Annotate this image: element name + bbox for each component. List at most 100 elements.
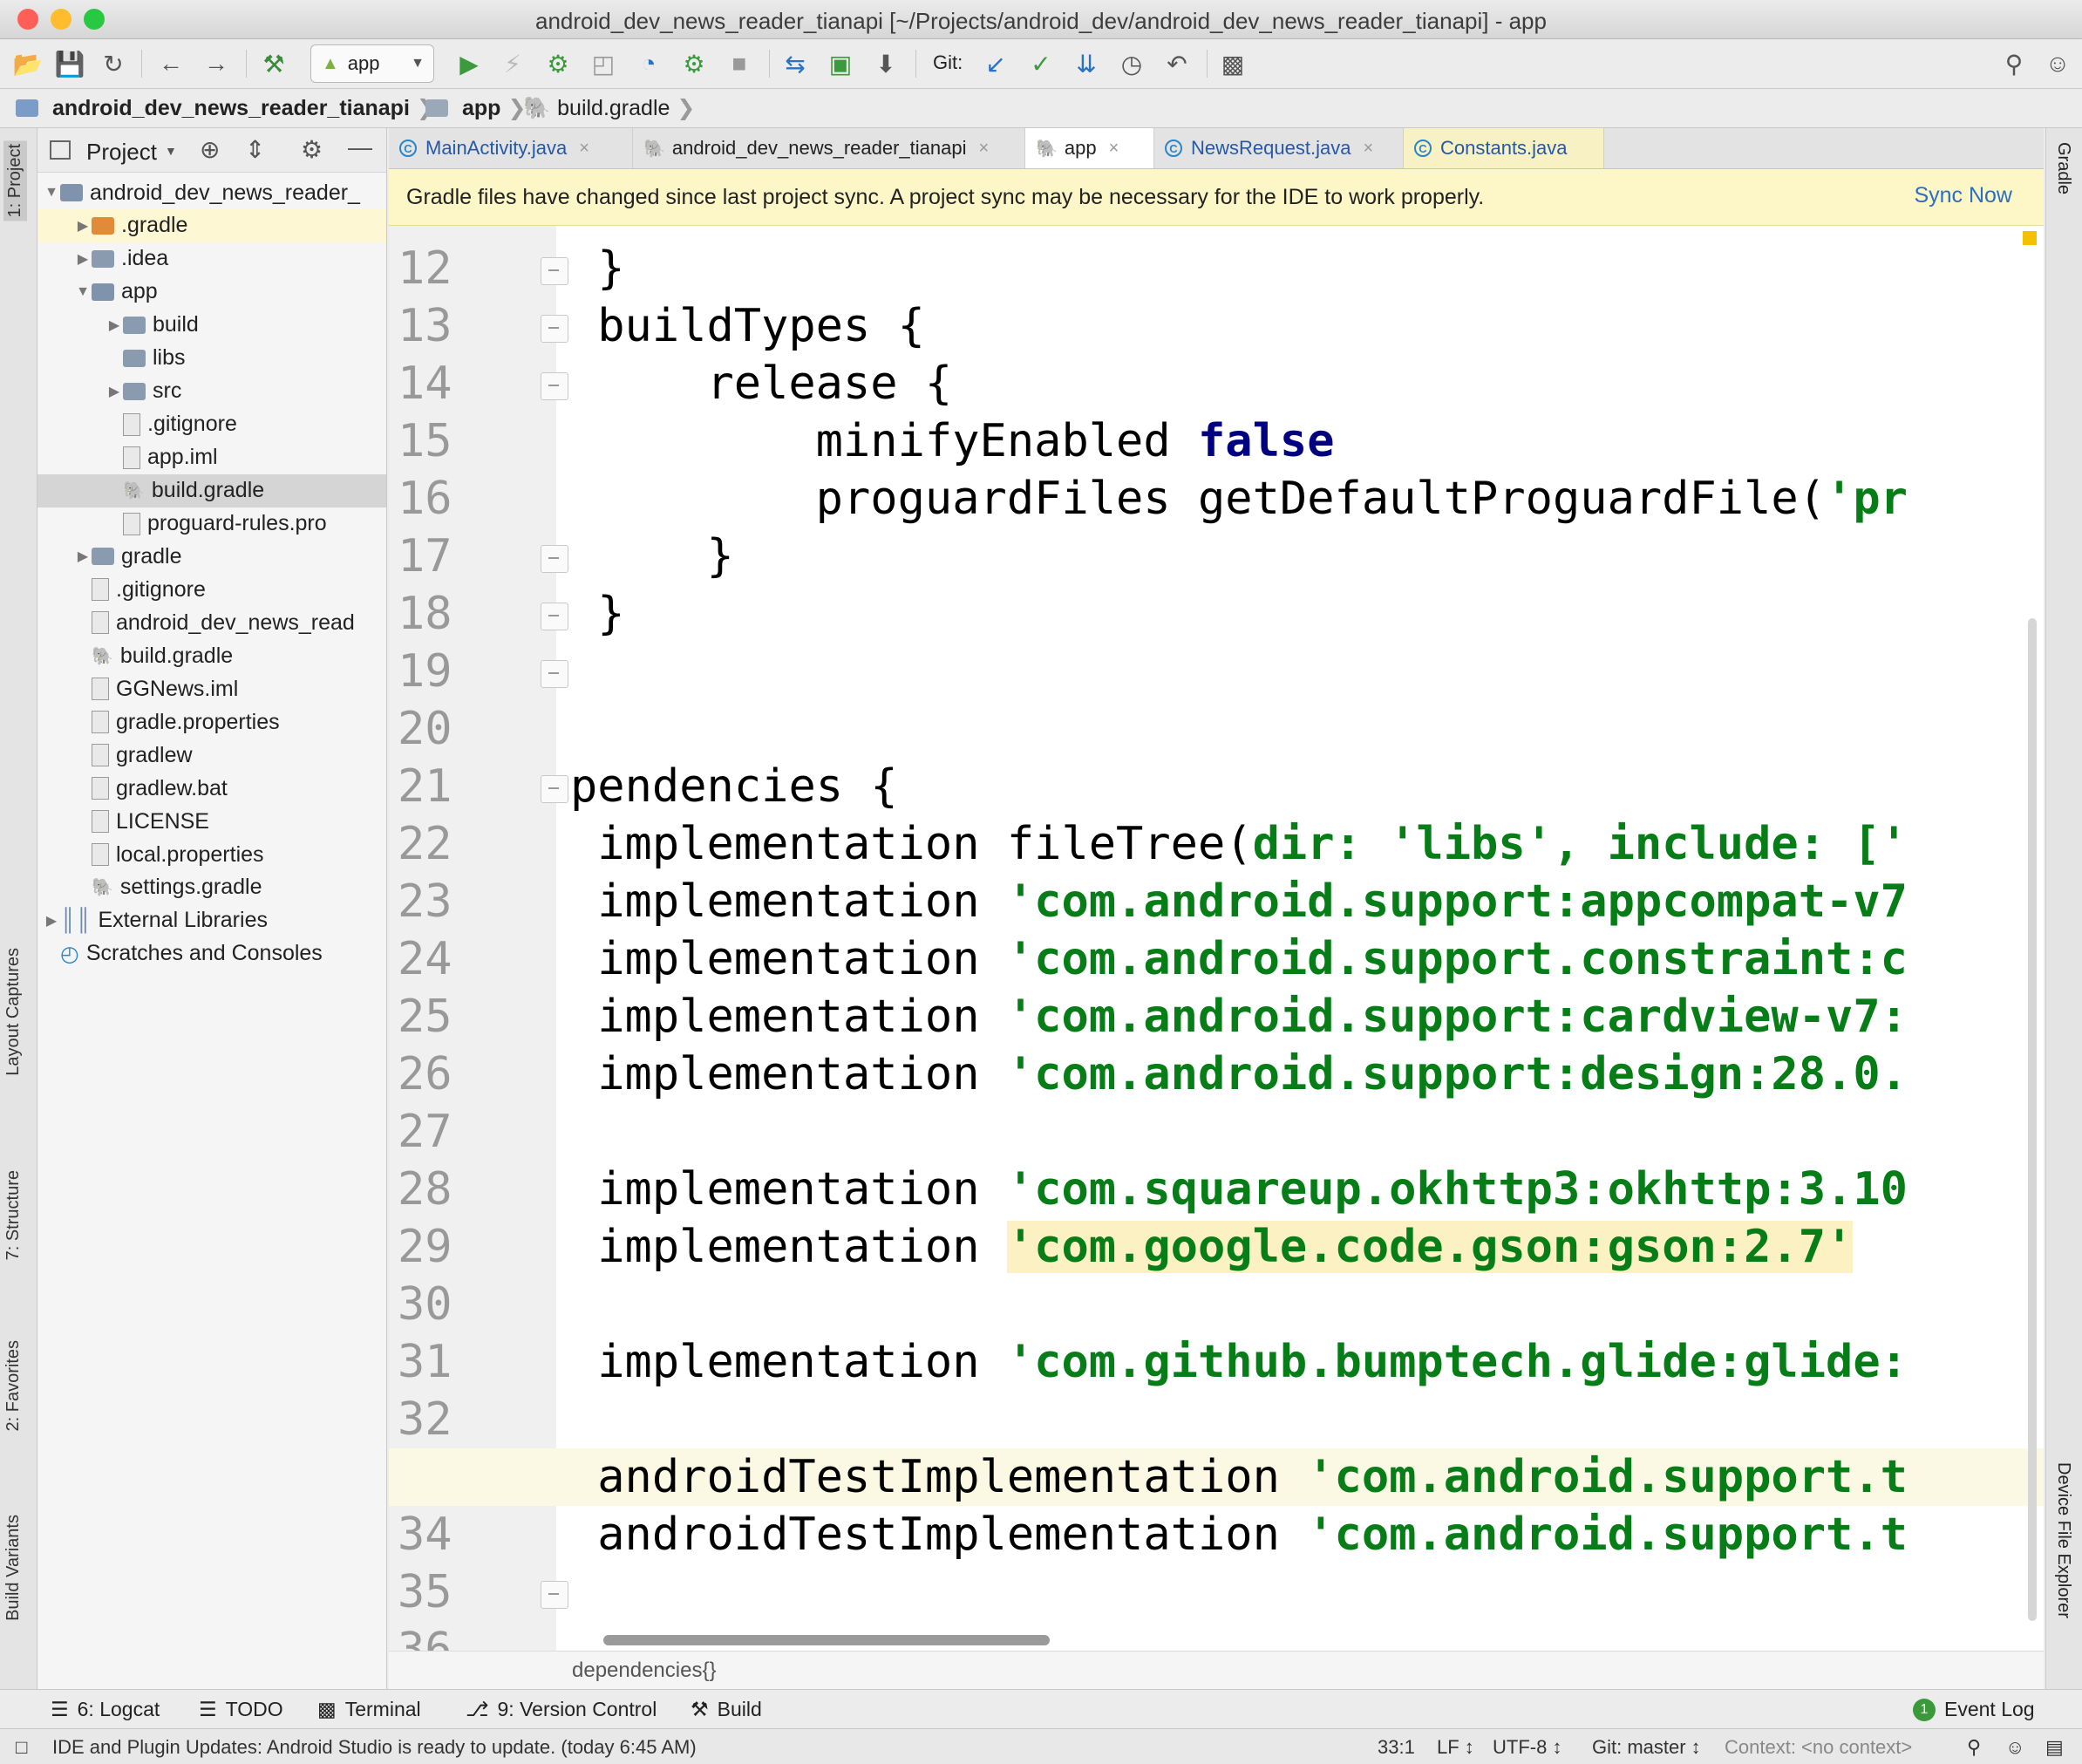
- tree-item[interactable]: gradle.properties: [37, 705, 386, 739]
- close-icon[interactable]: ×: [1363, 139, 1373, 159]
- tree-item[interactable]: ▶ .gradle: [37, 208, 386, 242]
- chevron-down-icon[interactable]: ▼: [165, 144, 177, 158]
- tool-tab-project[interactable]: 1: Project: [3, 140, 27, 221]
- tool-tab-version-control[interactable]: ⎇ 9: Version Control: [466, 1698, 657, 1721]
- tool-tab-build[interactable]: ⚒ Build: [691, 1698, 762, 1721]
- git-revert-icon[interactable]: ↶: [1161, 48, 1193, 79]
- tree-item[interactable]: app.iml: [37, 441, 386, 474]
- editor-tab[interactable]: C MainActivity.java ×: [389, 128, 633, 168]
- tree-item[interactable]: libs: [37, 342, 386, 375]
- apply-changes-icon[interactable]: ⚡: [497, 48, 528, 79]
- project-structure-icon[interactable]: ▩: [1217, 48, 1249, 79]
- tool-tab-terminal[interactable]: ▩ Terminal: [317, 1698, 421, 1721]
- tree-item[interactable]: proguard-rules.pro: [37, 507, 386, 541]
- tree-item[interactable]: ◴ Scratches and Consoles: [37, 937, 386, 971]
- close-icon[interactable]: ×: [1109, 139, 1119, 159]
- tree-item[interactable]: ▶ gradle: [37, 540, 386, 573]
- tree-item[interactable]: GGNews.iml: [37, 672, 386, 705]
- chevron-right-icon[interactable]: ▶: [105, 317, 123, 334]
- chevron-right-icon[interactable]: ▶: [74, 217, 92, 235]
- code-editor[interactable]: 12 13 14 15 16 17 18 19 20 21 22 23 24 25 26 27 28 29 30 31…: [389, 226, 2044, 1651]
- status-message[interactable]: IDE and Plugin Updates: Android Studio i…: [52, 1736, 697, 1759]
- context-indicator[interactable]: Context: <no context>: [1725, 1736, 1912, 1759]
- tree-item[interactable]: ▶ ║║ External Libraries: [37, 904, 386, 937]
- search-icon[interactable]: ⚲: [1998, 48, 2030, 79]
- tree-item[interactable]: 🐘 build.gradle: [37, 639, 386, 672]
- tree-item[interactable]: .gitignore: [37, 573, 386, 606]
- forward-icon[interactable]: →: [201, 48, 232, 79]
- sync-now-link[interactable]: Sync Now: [1914, 183, 2012, 208]
- collapse-all-icon[interactable]: ⇕: [245, 135, 265, 164]
- close-icon[interactable]: ×: [579, 139, 589, 159]
- profile-icon[interactable]: ◔: [633, 48, 664, 79]
- tree-item[interactable]: ▶ .idea: [37, 242, 386, 276]
- fold-marker-icon[interactable]: [541, 775, 568, 803]
- back-icon[interactable]: ←: [155, 48, 187, 79]
- breadcrumb-project[interactable]: android_dev_news_reader_tianapi ❯: [16, 95, 435, 121]
- editor-tab[interactable]: C Constants.java: [1404, 128, 1604, 168]
- tree-item[interactable]: ▶ build: [37, 309, 386, 342]
- tree-item[interactable]: 🐘 build.gradle: [37, 473, 386, 507]
- tool-tab-favorites[interactable]: 2: Favorites: [3, 1340, 24, 1431]
- vertical-scrollbar[interactable]: [2028, 618, 2037, 1621]
- tree-item[interactable]: ▼ app: [37, 276, 386, 309]
- editor-tab[interactable]: C NewsRequest.java ×: [1154, 128, 1404, 168]
- git-branch[interactable]: Git: master ↕: [1592, 1736, 1701, 1759]
- gradle-sync-icon[interactable]: ⇆: [779, 48, 811, 79]
- caret-position[interactable]: 33:1: [1378, 1736, 1415, 1759]
- tool-tab-todo[interactable]: ☰ TODO: [199, 1698, 283, 1721]
- lock-icon[interactable]: ⚲: [1967, 1736, 1981, 1759]
- project-view-select[interactable]: Project: [86, 139, 157, 166]
- tool-tab-build-variants[interactable]: Build Variants: [3, 1515, 24, 1621]
- run-config-select[interactable]: ▲ app ▼: [310, 44, 434, 83]
- save-icon[interactable]: 💾: [54, 48, 85, 79]
- line-separator[interactable]: LF ↕: [1437, 1736, 1474, 1759]
- tree-item[interactable]: gradlew: [37, 739, 386, 772]
- attach-debugger-icon[interactable]: ◰: [588, 48, 619, 79]
- locate-icon[interactable]: ⊕: [200, 135, 220, 164]
- tree-item[interactable]: local.properties: [37, 838, 386, 871]
- git-commit-icon[interactable]: ✓: [1025, 48, 1057, 79]
- fold-marker-icon[interactable]: [541, 1581, 568, 1609]
- avd-manager-icon[interactable]: ▣: [825, 48, 856, 79]
- hide-panel-icon[interactable]: —: [348, 133, 372, 161]
- analysis-warning-marker[interactable]: [2023, 231, 2037, 245]
- tree-item[interactable]: gradlew.bat: [37, 772, 386, 805]
- inspector-icon[interactable]: ☺: [2005, 1736, 2024, 1759]
- debug-icon[interactable]: ⚙: [542, 48, 574, 79]
- breadcrumb-file[interactable]: 🐘 build.gradle ❯: [523, 95, 695, 121]
- chevron-right-icon[interactable]: ▶: [105, 383, 123, 400]
- tool-tab-device-file-explorer[interactable]: Device File Explorer: [2053, 1462, 2073, 1618]
- chevron-right-icon[interactable]: ▶: [43, 912, 60, 930]
- git-update-icon[interactable]: ↙: [980, 48, 1011, 79]
- chevron-down-icon[interactable]: ▼: [43, 185, 60, 201]
- tree-item[interactable]: ▼ android_dev_news_reader_: [37, 176, 386, 209]
- tool-tab-logcat[interactable]: ☰ 6: Logcat: [51, 1698, 160, 1721]
- gear-icon[interactable]: ⚙: [301, 135, 323, 164]
- stop-icon[interactable]: ■: [724, 48, 755, 79]
- tree-item[interactable]: 🐘 settings.gradle: [37, 871, 386, 904]
- status-window-icon[interactable]: □: [16, 1736, 27, 1759]
- chevron-right-icon[interactable]: ▶: [74, 548, 92, 565]
- sync-icon[interactable]: ↻: [98, 48, 129, 79]
- editor-tab[interactable]: 🐘 android_dev_news_reader_tianapi ×: [633, 128, 1025, 168]
- memory-icon[interactable]: ▤: [2045, 1736, 2064, 1759]
- tree-item[interactable]: LICENSE: [37, 805, 386, 838]
- sdk-manager-icon[interactable]: ⬇: [870, 48, 902, 79]
- chevron-down-icon[interactable]: ▼: [74, 284, 92, 300]
- user-icon[interactable]: ☺: [2042, 48, 2073, 79]
- debug-attach-icon[interactable]: ⚙: [678, 48, 710, 79]
- build-hammer-icon[interactable]: ⚒: [258, 48, 289, 79]
- editor-tab[interactable]: 🐘 app ×: [1025, 128, 1154, 168]
- tool-tab-event-log[interactable]: 1 Event Log: [1913, 1698, 2035, 1721]
- open-folder-icon[interactable]: 📂: [12, 48, 44, 79]
- file-encoding[interactable]: UTF-8 ↕: [1493, 1736, 1562, 1759]
- fold-marker-icon[interactable]: [541, 660, 568, 688]
- tree-item[interactable]: .gitignore: [37, 408, 386, 441]
- breadcrumb-module[interactable]: app ❯: [425, 95, 526, 121]
- git-history-icon[interactable]: ◷: [1116, 48, 1147, 79]
- tool-tab-structure[interactable]: 7: Structure: [3, 1170, 24, 1260]
- tool-tab-layout-captures[interactable]: Layout Captures: [3, 948, 24, 1076]
- tree-item[interactable]: ▶ src: [37, 375, 386, 408]
- tree-item[interactable]: android_dev_news_read: [37, 606, 386, 639]
